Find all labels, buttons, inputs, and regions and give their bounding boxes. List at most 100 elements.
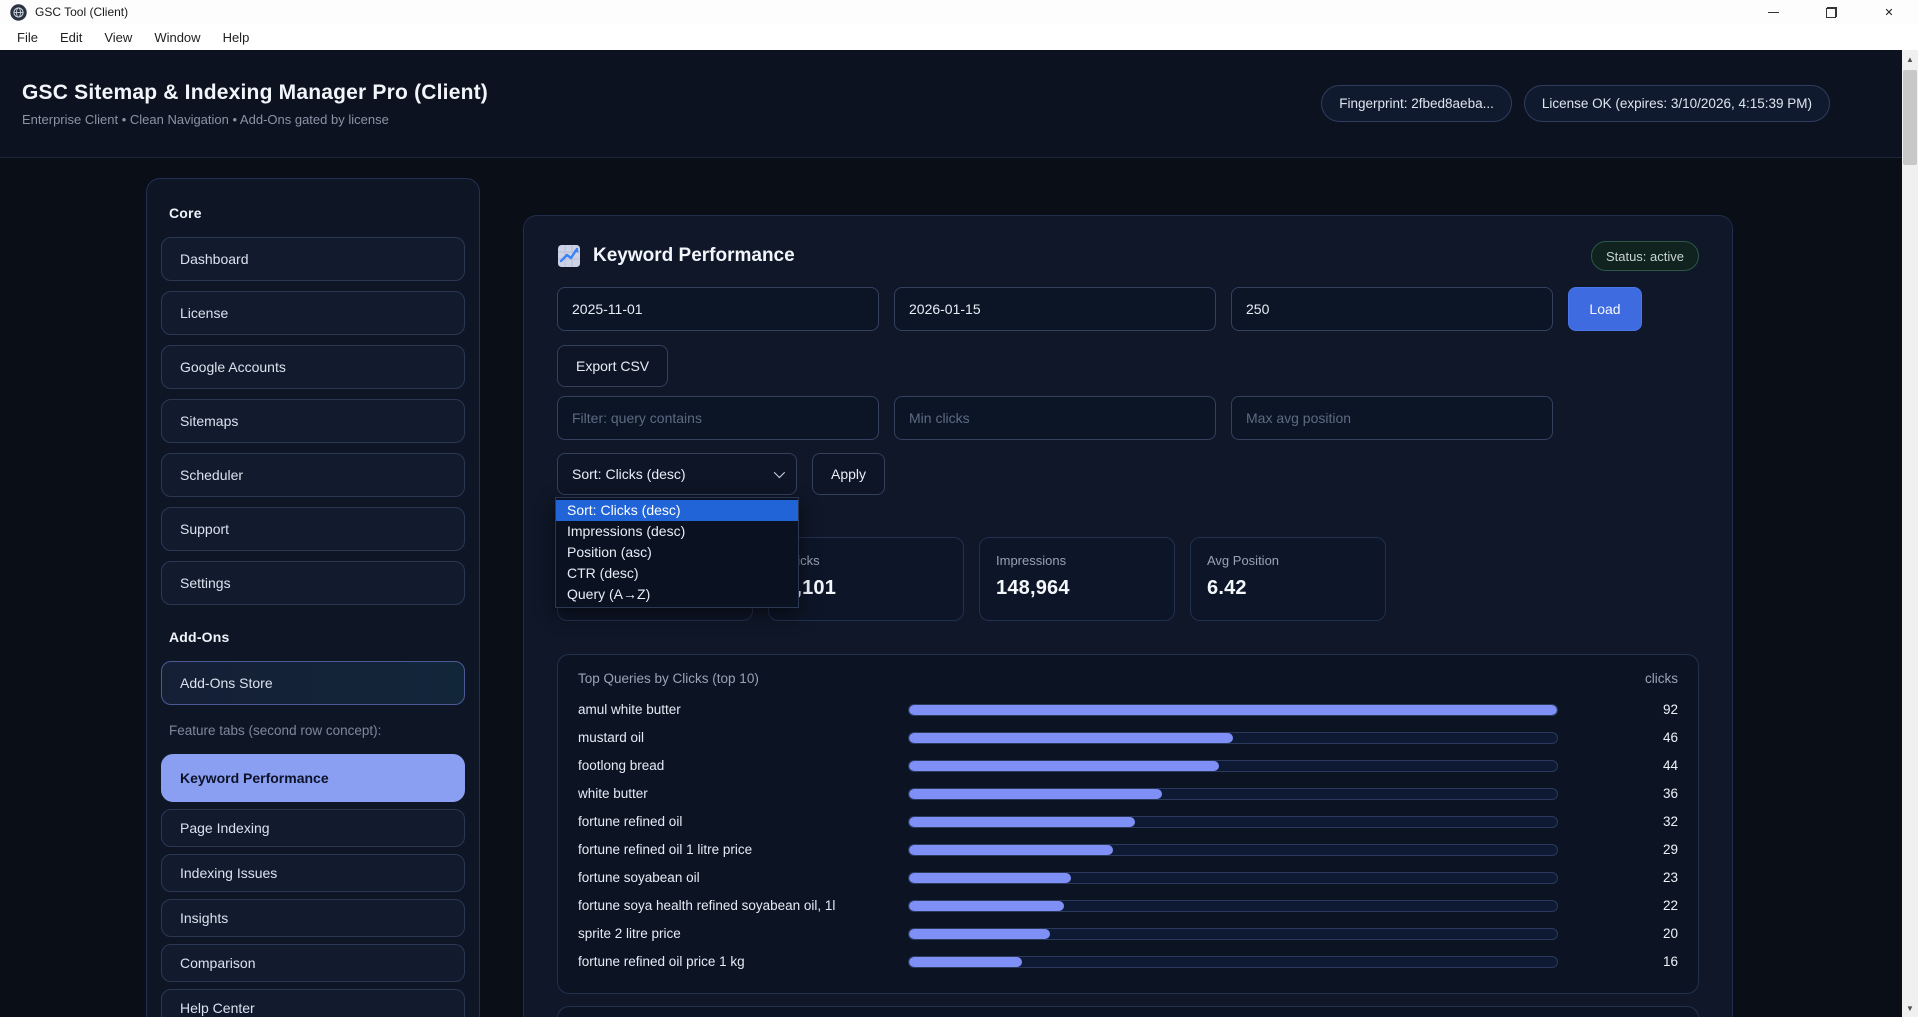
- sidebar-item-support[interactable]: Support: [161, 507, 465, 551]
- stat-value: 1,101: [785, 577, 947, 600]
- page-title: GSC Sitemap & Indexing Manager Pro (Clie…: [22, 81, 488, 105]
- date-to-input[interactable]: [894, 287, 1216, 331]
- bar-track: [908, 788, 1558, 800]
- sort-option-sort-clicks-desc[interactable]: Sort: Clicks (desc): [556, 500, 798, 521]
- license-badge: License OK (expires: 3/10/2026, 4:15:39 …: [1524, 85, 1830, 122]
- stat-value: 6.42: [1207, 577, 1369, 600]
- max-avg-position-input[interactable]: [1231, 396, 1553, 440]
- bar-row-amul-white-butter: amul white butter 92: [578, 698, 1678, 721]
- bar-label: amul white butter: [578, 702, 908, 717]
- menu-edit[interactable]: Edit: [49, 27, 93, 48]
- bar-label: footlong bread: [578, 758, 908, 773]
- menu-view[interactable]: View: [93, 27, 143, 48]
- sidebar: Core Dashboard License Google Accounts Site…: [146, 178, 480, 1017]
- bar-track: [908, 704, 1558, 716]
- stat-card-impressions: Impressions 148,964: [979, 537, 1175, 621]
- app-header: GSC Sitemap & Indexing Manager Pro (Clie…: [0, 50, 1918, 158]
- bar-row-mustard-oil: mustard oil46: [578, 726, 1678, 749]
- minimize-button[interactable]: [1744, 0, 1802, 24]
- bar-row-fortune-refined-oil-1-litre-price: fortune refined oil 1 litre price29: [578, 838, 1678, 861]
- bar-row-sprite-2-litre-price: sprite 2 litre price20: [578, 922, 1678, 945]
- query-table: QueryClicksImpressionsCTRAvg Position: [557, 1006, 1699, 1017]
- bar-track: [908, 844, 1558, 856]
- row-limit-input[interactable]: [1231, 287, 1553, 331]
- bar-row-fortune-refined-oil-price-1-kg: fortune refined oil price 1 kg16: [578, 950, 1678, 973]
- bar-fill: [909, 733, 1233, 743]
- bar-track: [908, 928, 1558, 940]
- stat-value: 148,964: [996, 577, 1158, 600]
- bar-row-fortune-refined-oil: fortune refined oil32: [578, 810, 1678, 833]
- close-button[interactable]: ✕: [1860, 0, 1918, 24]
- sidebar-heading-core: Core: [169, 205, 465, 221]
- sort-option-position-asc[interactable]: Position (asc): [556, 542, 798, 563]
- bar-track: [908, 872, 1558, 884]
- bar-track: [908, 816, 1558, 828]
- bar-row-footlong-bread: footlong bread44: [578, 754, 1678, 777]
- vertical-scrollbar[interactable]: ▲ ▼: [1902, 50, 1918, 1017]
- sidebar-item-settings[interactable]: Settings: [161, 561, 465, 605]
- sidebar-item-add-ons-store[interactable]: Add-Ons Store: [161, 661, 465, 705]
- tab-insights[interactable]: Insights: [161, 899, 465, 937]
- export-csv-button[interactable]: Export CSV: [557, 345, 668, 387]
- bar-value: 92: [1558, 702, 1678, 717]
- bar-label: white butter: [578, 786, 908, 801]
- sort-option-query-a-z[interactable]: Query (A→Z): [556, 584, 798, 605]
- stat-label: Clicks: [785, 553, 947, 568]
- bar-fill: [909, 789, 1162, 799]
- bar-track: [908, 956, 1558, 968]
- bar-label: fortune soyabean oil: [578, 870, 908, 885]
- menu-help[interactable]: Help: [212, 27, 261, 48]
- stat-label: Impressions: [996, 553, 1158, 568]
- bar-fill: [909, 845, 1113, 855]
- tab-indexing-issues[interactable]: Indexing Issues: [161, 854, 465, 892]
- tab-keyword-performance[interactable]: Keyword Performance: [161, 754, 465, 802]
- restore-icon: [1826, 7, 1837, 18]
- app-icon: [10, 4, 27, 21]
- scroll-down-icon[interactable]: ▼: [1902, 1000, 1918, 1016]
- bar-value: 29: [1558, 842, 1678, 857]
- menu-window[interactable]: Window: [143, 27, 211, 48]
- minimize-icon: [1768, 12, 1779, 13]
- sort-option-ctr-desc[interactable]: CTR (desc): [556, 563, 798, 584]
- sidebar-item-license[interactable]: License: [161, 291, 465, 335]
- bar-label: sprite 2 litre price: [578, 926, 908, 941]
- sort-option-impressions-desc[interactable]: Impressions (desc): [556, 521, 798, 542]
- sort-dropdown-menu: Sort: Clicks (desc)Impressions (desc)Pos…: [555, 497, 799, 608]
- stat-label: Avg Position: [1207, 553, 1369, 568]
- sidebar-item-dashboard[interactable]: Dashboard: [161, 237, 465, 281]
- apply-button[interactable]: Apply: [812, 453, 885, 495]
- tab-page-indexing[interactable]: Page Indexing: [161, 809, 465, 847]
- sidebar-item-scheduler[interactable]: Scheduler: [161, 453, 465, 497]
- sidebar-item-sitemaps[interactable]: Sitemaps: [161, 399, 465, 443]
- bar-fill: [909, 929, 1050, 939]
- menu-file[interactable]: File: [6, 27, 49, 48]
- load-button[interactable]: Load: [1568, 287, 1642, 331]
- chart-unit-label: clicks: [1645, 671, 1678, 686]
- query-filter-input[interactable]: [557, 396, 879, 440]
- scrollbar-thumb[interactable]: [1903, 70, 1917, 165]
- bar-fill: [909, 957, 1022, 967]
- stat-card-avg-position: Avg Position 6.42: [1190, 537, 1386, 621]
- sidebar-item-google-accounts[interactable]: Google Accounts: [161, 345, 465, 389]
- min-clicks-input[interactable]: [894, 396, 1216, 440]
- window-title: GSC Tool (Client): [35, 5, 128, 19]
- tab-comparison[interactable]: Comparison: [161, 944, 465, 982]
- chart-increasing-icon: [557, 244, 581, 268]
- bar-track: [908, 900, 1558, 912]
- bar-fill: [909, 761, 1219, 771]
- scroll-up-icon[interactable]: ▲: [1902, 51, 1918, 67]
- sort-select[interactable]: Sort: Clicks (desc): [557, 453, 797, 495]
- top-queries-chart: Top Queries by Clicks (top 10) clicks am…: [557, 654, 1699, 994]
- tab-help-center[interactable]: Help Center: [161, 989, 465, 1017]
- bar-row-fortune-soya-health-refined-soyabean-oil-1l: fortune soya health refined soyabean oil…: [578, 894, 1678, 917]
- bar-label: fortune refined oil price 1 kg: [578, 954, 908, 969]
- sidebar-heading-addons: Add-Ons: [169, 629, 465, 645]
- bar-value: 22: [1558, 898, 1678, 913]
- page-subtitle: Enterprise Client • Clean Navigation • A…: [22, 112, 488, 127]
- titlebar: GSC Tool (Client) ✕: [0, 0, 1918, 24]
- bar-track: [908, 760, 1558, 772]
- bar-value: 46: [1558, 730, 1678, 745]
- sort-select-value: Sort: Clicks (desc): [572, 466, 686, 482]
- date-from-input[interactable]: [557, 287, 879, 331]
- maximize-button[interactable]: [1802, 0, 1860, 24]
